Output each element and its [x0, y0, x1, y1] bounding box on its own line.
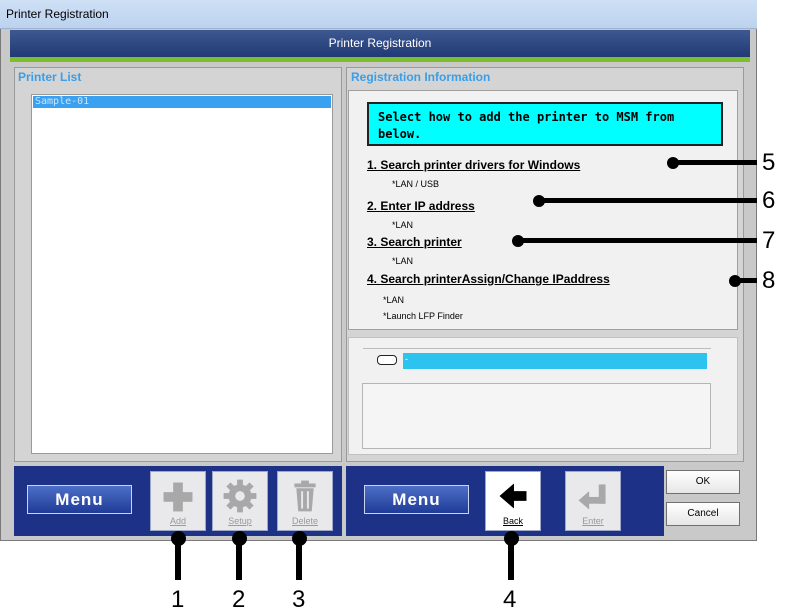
- instruction-text: Select how to add the printer to MSM fro…: [378, 110, 675, 141]
- callout-3-number: 3: [292, 586, 306, 613]
- registration-title: Registration Information: [351, 70, 491, 84]
- delete-label: Delete: [291, 516, 318, 526]
- option-4-note-lfp: *Launch LFP Finder: [383, 311, 463, 321]
- accent-divider: [10, 57, 750, 62]
- message-box: [362, 383, 711, 449]
- menu-button-right[interactable]: Menu: [364, 485, 469, 514]
- printer-name: Sample-01: [35, 96, 90, 107]
- option-search-printer-link[interactable]: 3. Search printer: [367, 235, 462, 249]
- callout-8-line: [735, 278, 757, 283]
- option-1-note: *LAN / USB: [392, 179, 440, 189]
- callout-4-line: [508, 540, 514, 580]
- option-enter-ip-link[interactable]: 2. Enter IP address: [367, 199, 475, 213]
- plus-icon: [163, 482, 193, 512]
- enter-label: Enter: [582, 516, 604, 526]
- printer-list-title: Printer List: [18, 70, 82, 84]
- trash-icon: [294, 480, 316, 512]
- gear-icon: [223, 479, 257, 513]
- callout-6-number: 6: [762, 187, 776, 214]
- option-2-note: *LAN: [392, 220, 414, 230]
- option-3-note: *LAN: [392, 256, 414, 266]
- callout-6-line: [539, 198, 757, 203]
- callout-2-line: [236, 540, 242, 580]
- banner-title: Printer Registration: [328, 36, 432, 50]
- setup-label: Setup: [228, 516, 252, 526]
- callout-7-number: 7: [762, 227, 776, 254]
- connection-icon: [377, 355, 397, 365]
- enter-icon: [578, 484, 606, 510]
- printer-list[interactable]: [31, 94, 333, 454]
- option-assign-ip-link[interactable]: 4. Search printerAssign/Change IPaddress: [367, 272, 610, 286]
- callout-5-number: 5: [762, 149, 776, 176]
- option-4-note-lan: *LAN: [383, 295, 405, 305]
- callout-7-line: [518, 238, 757, 243]
- callout-1-number: 1: [171, 586, 185, 613]
- menu-button-left[interactable]: Menu: [27, 485, 132, 514]
- callout-8-number: 8: [762, 267, 776, 294]
- window-title-bar[interactable]: Printer Registration: [0, 0, 757, 29]
- header-banner: Printer Registration: [10, 30, 750, 57]
- callout-3-line: [296, 540, 302, 580]
- add-button[interactable]: Add: [150, 471, 206, 531]
- window-title: Printer Registration: [6, 7, 109, 21]
- delete-button[interactable]: Delete: [277, 471, 333, 531]
- status-bar: -: [403, 353, 707, 369]
- add-label: Add: [169, 516, 186, 526]
- back-label: Back: [502, 516, 523, 526]
- callout-2-number: 2: [232, 586, 246, 613]
- arrow-left-icon: [499, 483, 527, 509]
- status-divider: [363, 348, 711, 349]
- callout-4-number: 4: [503, 586, 517, 613]
- enter-button[interactable]: Enter: [565, 471, 621, 531]
- back-button[interactable]: Back: [485, 471, 541, 531]
- cancel-button[interactable]: Cancel: [666, 502, 740, 526]
- printer-list-item-selected[interactable]: Sample-01: [33, 96, 331, 108]
- instruction-box: Select how to add the printer to MSM fro…: [367, 102, 723, 146]
- setup-button[interactable]: Setup: [212, 471, 268, 531]
- callout-5-line: [673, 160, 757, 165]
- option-search-drivers-link[interactable]: 1. Search printer drivers for Windows: [367, 158, 580, 172]
- ok-button[interactable]: OK: [666, 470, 740, 494]
- status-text: -: [405, 354, 408, 364]
- callout-1-line: [175, 540, 181, 580]
